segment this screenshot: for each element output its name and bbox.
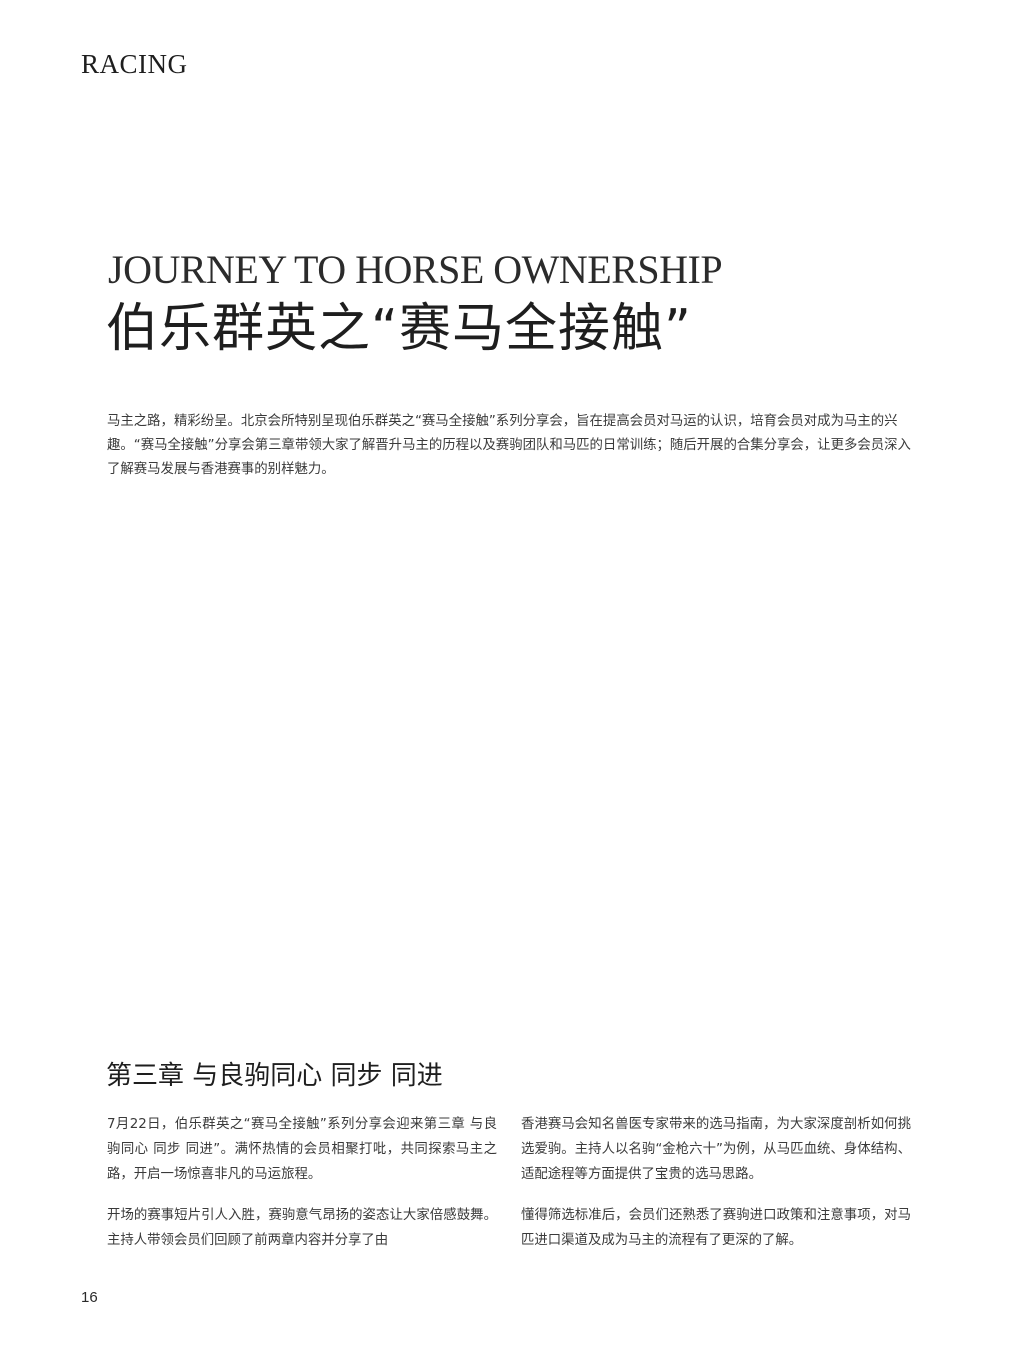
intro-paragraph: 马主之路，精彩纷呈。北京会所特别呈现伯乐群英之“赛马全接触”系列分享会，旨在提高…	[107, 414, 911, 477]
article-title-chinese: 伯乐群英之“赛马全接触”	[106, 299, 692, 359]
body-paragraph: 香港赛马会知名兽医专家带来的选马指南，为大家深度剖析如何挑选爱驹。主持人以名驹“…	[521, 1117, 911, 1182]
article-title-english: JOURNEY TO HORSE OWNERSHIP	[108, 247, 723, 292]
body-column-right: 香港赛马会知名兽医专家带来的选马指南，为大家深度剖析如何挑选爱驹。主持人以名驹“…	[521, 1112, 911, 1269]
body-column-left: 7月22日，伯乐群英之“赛马全接触”系列分享会迎来第三章 与良驹同心 同步 同进…	[107, 1112, 497, 1269]
body-paragraph: 7月22日，伯乐群英之“赛马全接触”系列分享会迎来第三章 与良驹同心 同步 同进…	[107, 1117, 497, 1182]
section-label: RACING	[81, 49, 188, 79]
body-paragraph: 开场的赛事短片引人入胜，赛驹意气昂扬的姿态让大家倍感鼓舞。主持人带领会员们回顾了…	[107, 1208, 497, 1248]
chapter-heading: 第三章 与良驹同心 同步 同进	[106, 1061, 443, 1091]
page-number: 16	[81, 1289, 98, 1306]
body-paragraph: 懂得筛选标准后，会员们还熟悉了赛驹进口政策和注意事项，对马匹进口渠道及成为马主的…	[521, 1208, 911, 1248]
